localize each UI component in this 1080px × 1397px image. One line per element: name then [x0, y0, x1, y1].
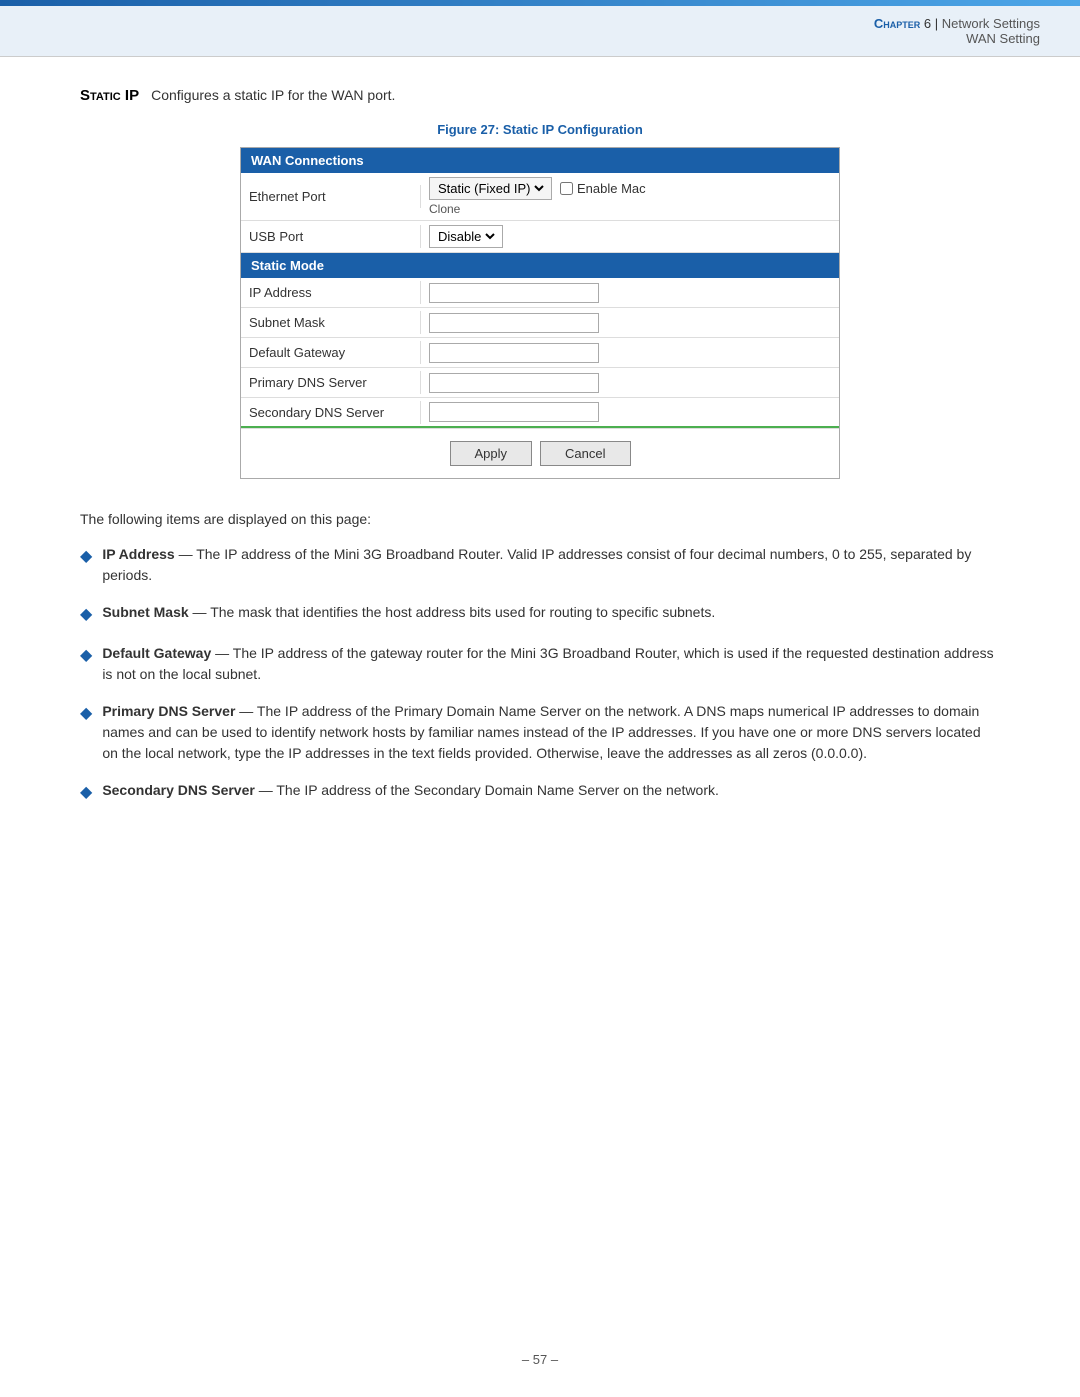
buttons-row: Apply Cancel — [241, 428, 839, 478]
section-title: Static IP Configures a static IP for the… — [80, 87, 1000, 104]
eth-value: Static (Fixed IP) DHCP PPPoE Enable Mac … — [429, 177, 646, 216]
static-field-input-0[interactable] — [429, 283, 599, 303]
ethernet-port-select[interactable]: Static (Fixed IP) DHCP PPPoE — [434, 180, 547, 197]
usb-port-select[interactable]: Disable Enable — [434, 228, 498, 245]
clone-text: Clone — [429, 202, 646, 216]
section-description: Configures a static IP for the WAN port. — [151, 87, 395, 103]
bullet-text-0: IP Address — The IP address of the Mini … — [102, 544, 1000, 586]
bullet-item-3: ◆ Primary DNS Server — The IP address of … — [80, 701, 1000, 764]
static-field-value-2 — [421, 339, 839, 367]
bullet-diamond-3: ◆ — [80, 702, 92, 726]
static-ip-label: Static IP — [80, 87, 139, 104]
static-field-value-0 — [421, 279, 839, 307]
bullet-diamond-1: ◆ — [80, 603, 92, 627]
body-text: The following items are displayed on thi… — [80, 509, 1000, 530]
static-field-label-3: Primary DNS Server — [241, 371, 421, 394]
bullet-diamond-4: ◆ — [80, 781, 92, 805]
static-field-input-4[interactable] — [429, 402, 599, 422]
header-right: Chapter 6 | Network Settings WAN Setting — [874, 16, 1040, 46]
static-mode-header: Static Mode — [241, 253, 839, 278]
bullet-item-1: ◆ Subnet Mask — The mask that identifies … — [80, 602, 1000, 627]
usb-port-label: USB Port — [241, 225, 421, 248]
bullet-list: ◆ IP Address — The IP address of the Mini… — [80, 544, 1000, 805]
static-field-label-2: Default Gateway — [241, 341, 421, 364]
bullet-text-4: Secondary DNS Server — The IP address of… — [102, 780, 1000, 801]
chapter-number: 6 — [924, 16, 931, 31]
ethernet-port-value: Static (Fixed IP) DHCP PPPoE Enable Mac … — [421, 173, 839, 220]
static-field-label-0: IP Address — [241, 281, 421, 304]
static-field-row-3: Primary DNS Server — [241, 368, 839, 398]
bullet-text-3: Primary DNS Server — The IP address of t… — [102, 701, 1000, 764]
static-field-row-2: Default Gateway — [241, 338, 839, 368]
enable-mac-text: Enable Mac — [577, 181, 646, 196]
figure-label: Figure 27: Static IP Configuration — [80, 122, 1000, 137]
bullet-bold-0: IP Address — [102, 546, 174, 562]
static-field-label-4: Secondary DNS Server — [241, 401, 421, 424]
static-field-value-1 — [421, 309, 839, 337]
bullet-diamond-2: ◆ — [80, 644, 92, 668]
static-field-label-1: Subnet Mask — [241, 311, 421, 334]
usb-port-row: USB Port Disable Enable — [241, 221, 839, 253]
eth-top: Static (Fixed IP) DHCP PPPoE Enable Mac — [429, 177, 646, 200]
static-fields: IP Address Subnet Mask Default Gateway Prim… — [241, 278, 839, 428]
static-field-row-4: Secondary DNS Server — [241, 398, 839, 428]
ethernet-port-label: Ethernet Port — [241, 185, 421, 208]
bullet-text-1: Subnet Mask — The mask that identifies t… — [102, 602, 1000, 623]
footer-text: – 57 – — [522, 1352, 558, 1367]
sub-title: WAN Setting — [874, 31, 1040, 46]
bullet-diamond-0: ◆ — [80, 545, 92, 569]
enable-mac-checkbox[interactable] — [560, 182, 573, 195]
wan-connections-header: WAN Connections — [241, 148, 839, 173]
bullet-item-0: ◆ IP Address — The IP address of the Mini… — [80, 544, 1000, 586]
ethernet-port-select-wrapper[interactable]: Static (Fixed IP) DHCP PPPoE — [429, 177, 552, 200]
bullet-bold-2: Default Gateway — [102, 645, 211, 661]
page-footer: – 57 – — [0, 1352, 1080, 1367]
bullet-bold-3: Primary DNS Server — [102, 703, 235, 719]
page-header: Chapter 6 | Network Settings WAN Setting — [0, 6, 1080, 57]
static-field-value-3 — [421, 369, 839, 397]
usb-port-select-wrapper[interactable]: Disable Enable — [429, 225, 503, 248]
wan-config-box: WAN Connections Ethernet Port Static (Fi… — [240, 147, 840, 479]
chapter-line: Chapter 6 | Network Settings — [874, 16, 1040, 31]
static-field-value-4 — [421, 398, 839, 426]
static-field-row-0: IP Address — [241, 278, 839, 308]
static-field-input-1[interactable] — [429, 313, 599, 333]
cancel-button[interactable]: Cancel — [540, 441, 630, 466]
ethernet-port-row: Ethernet Port Static (Fixed IP) DHCP PPP… — [241, 173, 839, 221]
header-separator: | — [935, 16, 938, 31]
chapter-title: Network Settings — [942, 16, 1040, 31]
chapter-label: Chapter — [874, 16, 920, 31]
bullet-bold-4: Secondary DNS Server — [102, 782, 255, 798]
apply-button[interactable]: Apply — [450, 441, 533, 466]
static-field-input-3[interactable] — [429, 373, 599, 393]
static-field-row-1: Subnet Mask — [241, 308, 839, 338]
static-field-input-2[interactable] — [429, 343, 599, 363]
bullet-item-4: ◆ Secondary DNS Server — The IP address o… — [80, 780, 1000, 805]
main-content: Static IP Configures a static IP for the… — [0, 57, 1080, 861]
bullet-text-2: Default Gateway — The IP address of the … — [102, 643, 1000, 685]
bullet-item-2: ◆ Default Gateway — The IP address of the… — [80, 643, 1000, 685]
usb-port-value: Disable Enable — [421, 221, 839, 252]
bullet-bold-1: Subnet Mask — [102, 604, 188, 620]
enable-mac-label: Enable Mac — [560, 181, 646, 196]
